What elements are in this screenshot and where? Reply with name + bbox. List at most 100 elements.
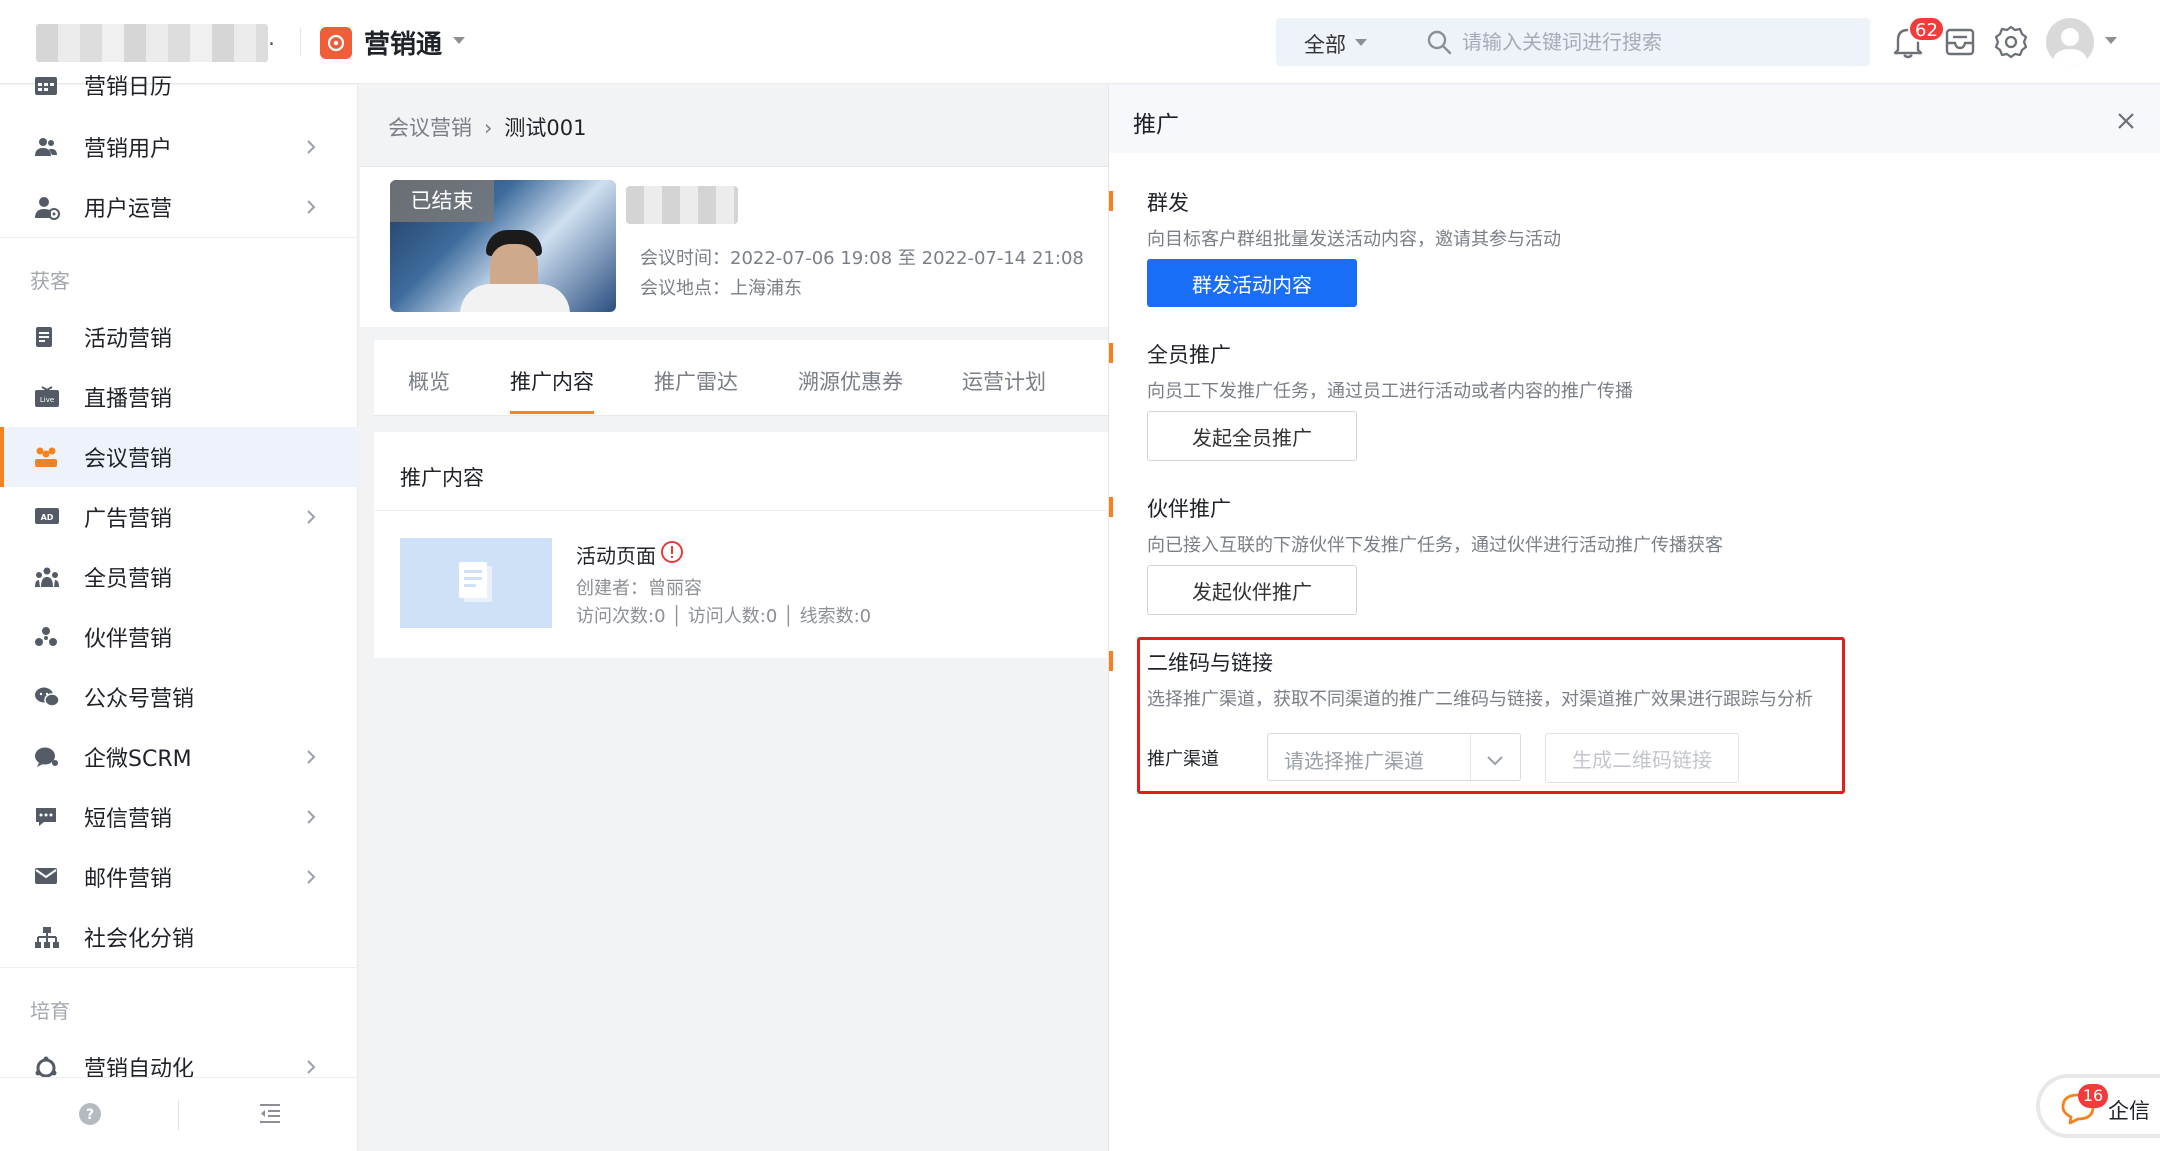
all-staff-promotion-button[interactable]: 发起全员推广 xyxy=(1147,411,1357,461)
svg-text:?: ? xyxy=(86,1107,94,1123)
sidebar-divider xyxy=(0,237,358,238)
meeting-time: 会议时间：2022-07-06 19:08 至 2022-07-14 21:08 xyxy=(640,248,1084,269)
chat-unread-badge: 16 xyxy=(2078,1084,2108,1108)
section-desc-all-staff: 向员工下发推广任务，通过员工进行活动或者内容的推广传播 xyxy=(1147,381,1633,402)
promotion-content-card: 推广内容 活动页面 创建者：曾丽容 访问次数:0 │ 访问人数:0 │ 线索数:… xyxy=(374,432,1108,658)
gear-icon[interactable] xyxy=(1992,23,2030,61)
sidebar-item-wecom-scrm[interactable]: 企微SCRM xyxy=(0,727,358,787)
tab-ops-plan[interactable]: 运营计划 xyxy=(962,366,1046,396)
search-scope-caret-icon[interactable] xyxy=(1354,38,1368,47)
sidebar-item-label: 直播营销 xyxy=(84,387,173,412)
sidebar-item-user-ops[interactable]: 用户运营 xyxy=(0,177,358,237)
meeting-name-blurred xyxy=(626,186,738,224)
sidebar-item-social-distribution[interactable]: 社会化分销 xyxy=(0,907,358,967)
content-item-stats: 访问次数:0 │ 访问人数:0 │ 线索数:0 xyxy=(576,606,872,627)
chevron-right-icon xyxy=(306,139,316,159)
warning-icon[interactable] xyxy=(660,540,684,564)
content-thumbnail[interactable] xyxy=(400,538,552,628)
channel-select-placeholder: 请选择推广渠道 xyxy=(1284,749,1424,773)
sidebar-footer-divider xyxy=(178,1100,179,1130)
section-accent-bar xyxy=(1109,497,1113,517)
global-search: 全部 xyxy=(1276,18,1870,66)
generate-qrcode-link-button[interactable]: 生成二维码链接 xyxy=(1545,733,1739,783)
section-title-all-staff: 全员推广 xyxy=(1147,343,1231,367)
brand-caret-down-icon[interactable] xyxy=(452,36,466,46)
sidebar-group-nurture: 培育 xyxy=(30,999,70,1023)
sidebar-item-meeting-marketing[interactable]: 会议营销 xyxy=(0,427,358,487)
chevron-right-icon xyxy=(306,869,316,889)
sidebar-item-label: 营销用户 xyxy=(84,137,173,162)
section-desc-partner: 向已接入互联的下游伙伴下发推广任务，通过伙伴进行活动推广传播获客 xyxy=(1147,535,1723,556)
svg-text:Live: Live xyxy=(40,396,54,404)
close-icon[interactable] xyxy=(2117,112,2135,130)
svg-text:AD: AD xyxy=(41,513,54,522)
user-avatar[interactable] xyxy=(2046,18,2094,66)
enterprise-chat-widget[interactable]: 16 企信 xyxy=(2036,1074,2160,1138)
wechat-icon xyxy=(34,686,60,708)
tab-promotion-radar[interactable]: 推广雷达 xyxy=(654,366,738,396)
brand-divider xyxy=(300,28,301,56)
active-tab-indicator xyxy=(510,411,594,414)
content-card-divider xyxy=(374,510,1108,511)
sidebar-item-marketing-users[interactable]: 营销用户 xyxy=(0,117,358,177)
distribution-icon xyxy=(34,926,60,950)
sidebar-footer: ? xyxy=(0,1077,358,1151)
chevron-down-icon xyxy=(1486,752,1504,771)
meeting-tabs: 概览 推广内容 推广雷达 溯源优惠券 运营计划 xyxy=(374,340,1108,416)
activity-icon xyxy=(34,326,56,348)
drawer-header: 推广 xyxy=(1109,85,2160,153)
mass-send-button[interactable]: 群发活动内容 xyxy=(1147,259,1357,307)
sidebar-item-label: 全员营销 xyxy=(84,567,173,592)
sidebar-item-ad-marketing[interactable]: AD 广告营销 xyxy=(0,487,358,547)
sidebar-item-activity-marketing[interactable]: 活动营销 xyxy=(0,307,358,367)
inbox-icon[interactable] xyxy=(1942,24,1978,60)
meeting-icon xyxy=(34,446,58,468)
sidebar-item-label: 公众号营销 xyxy=(84,687,195,712)
partner-promotion-button[interactable]: 发起伙伴推广 xyxy=(1147,565,1357,615)
sidebar-item-label: 邮件营销 xyxy=(84,867,173,892)
mail-icon xyxy=(34,866,58,886)
tab-coupon-tracing[interactable]: 溯源优惠券 xyxy=(798,366,903,396)
sidebar-item-team-marketing[interactable]: 全员营销 xyxy=(0,547,358,607)
search-scope-select[interactable]: 全部 xyxy=(1304,29,1346,59)
search-input[interactable] xyxy=(1462,26,1852,58)
content-item-title[interactable]: 活动页面 xyxy=(576,540,656,569)
sidebar-item-wechat-marketing[interactable]: 公众号营销 xyxy=(0,667,358,727)
breadcrumb-parent[interactable]: 会议营销 xyxy=(388,116,472,140)
avatar-caret-down-icon[interactable] xyxy=(2104,36,2118,46)
user-ops-icon xyxy=(34,196,60,220)
collapse-sidebar-icon[interactable] xyxy=(258,1102,282,1124)
section-accent-bar xyxy=(1109,651,1113,671)
sidebar-item-mail-marketing[interactable]: 邮件营销 xyxy=(0,847,358,907)
sidebar-item-label: 社会化分销 xyxy=(84,927,195,952)
chevron-right-icon xyxy=(306,509,316,529)
section-accent-bar xyxy=(1109,191,1113,211)
tab-promotion-content[interactable]: 推广内容 xyxy=(510,366,594,396)
document-icon xyxy=(456,560,496,606)
sidebar-item-label: 活动营销 xyxy=(84,327,173,352)
sidebar-item-partner-marketing[interactable]: 伙伴营销 xyxy=(0,607,358,667)
section-desc-mass-send: 向目标客户群组批量发送活动内容，邀请其参与活动 xyxy=(1147,229,1561,250)
drawer-title: 推广 xyxy=(1133,112,1179,138)
section-accent-bar xyxy=(1109,343,1113,363)
sidebar-divider xyxy=(0,967,358,968)
channel-select[interactable]: 请选择推广渠道 xyxy=(1267,733,1521,781)
section-desc-qrcode-link: 选择推广渠道，获取不同渠道的推广二维码与链接，对渠道推广效果进行跟踪与分析 xyxy=(1147,689,1813,710)
search-icon[interactable] xyxy=(1426,29,1452,55)
chevron-right-icon xyxy=(306,1059,316,1079)
sidebar-item-live-marketing[interactable]: Live 直播营销 xyxy=(0,367,358,427)
breadcrumb-current: 测试001 xyxy=(504,116,587,140)
team-icon xyxy=(34,566,60,588)
scrm-icon xyxy=(34,746,60,768)
breadcrumb-separator-icon: › xyxy=(484,116,493,140)
sidebar-item-label: 短信营销 xyxy=(84,807,173,832)
poster-person-body xyxy=(460,284,570,312)
meeting-location: 会议地点：上海浦东 xyxy=(640,278,802,299)
sidebar-item-sms-marketing[interactable]: 短信营销 xyxy=(0,787,358,847)
tab-overview[interactable]: 概览 xyxy=(408,366,450,396)
channel-select-divider xyxy=(1470,734,1471,780)
sidebar-item-marketing-calendar[interactable]: 营销日历 xyxy=(0,55,358,115)
channel-label: 推广渠道 xyxy=(1147,749,1219,770)
brand-title[interactable]: 营销通 xyxy=(364,24,442,61)
help-icon[interactable]: ? xyxy=(78,1102,102,1126)
